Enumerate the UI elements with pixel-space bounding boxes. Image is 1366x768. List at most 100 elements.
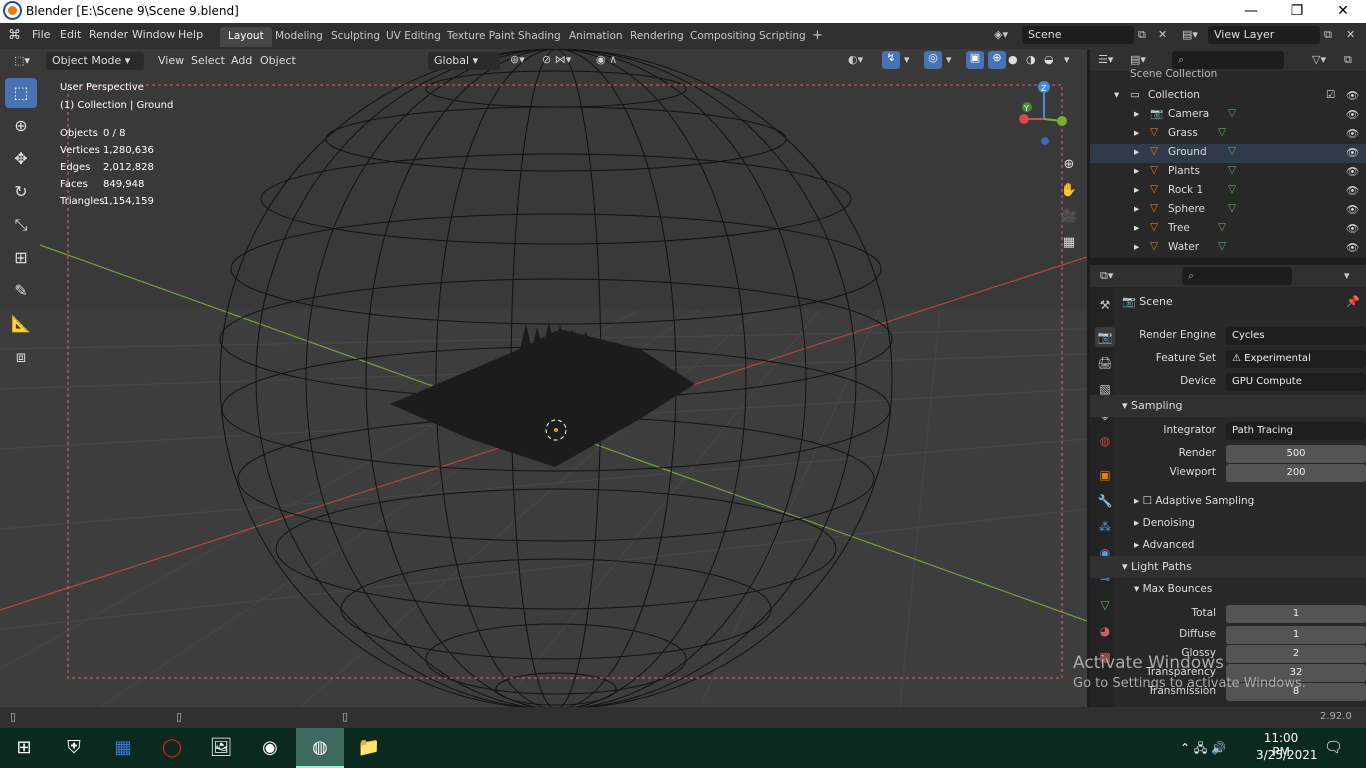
- mesh-data-icon[interactable]: ▽: [1228, 145, 1236, 157]
- mesh-data-icon[interactable]: ▽: [1218, 126, 1226, 138]
- new-scene-icon[interactable]: ⧉: [1138, 28, 1146, 42]
- tab-shading[interactable]: Shading: [510, 27, 569, 47]
- sampling-panel-header[interactable]: ▾ Sampling: [1090, 395, 1366, 417]
- eye-icon[interactable]: 👁: [1346, 241, 1359, 254]
- bounce-value-field[interactable]: 1: [1226, 626, 1366, 644]
- scene-collection-row[interactable]: Scene Collection: [1090, 68, 1366, 87]
- xray-toggle-icon[interactable]: ▣: [966, 51, 984, 69]
- pan-hand-icon[interactable]: ✋: [1060, 178, 1078, 204]
- outliner-item[interactable]: ▸ ▽ Water ▽ 👁: [1090, 239, 1366, 258]
- scale-tool-icon[interactable]: ⤡: [5, 210, 37, 240]
- tab-modeling[interactable]: Modeling: [267, 27, 331, 47]
- calculator-icon[interactable]: ▦: [99, 728, 147, 768]
- annotate-tool-icon[interactable]: ✎: [5, 276, 37, 306]
- eye-icon[interactable]: 👁: [1346, 184, 1359, 197]
- bounce-value-field[interactable]: 1: [1226, 605, 1366, 623]
- security-shield-icon[interactable]: ⛨: [50, 728, 98, 768]
- wireframe-shading-icon[interactable]: ⊕: [988, 51, 1006, 69]
- editor-type-icon[interactable]: ⬚▾: [8, 52, 36, 70]
- bounce-value-field[interactable]: 2: [1226, 645, 1366, 663]
- new-collection-icon[interactable]: ⧉: [1344, 53, 1352, 67]
- expand-arrow-icon[interactable]: ▸: [1134, 108, 1139, 120]
- outliner-item[interactable]: ▸ ▽ Sphere ▽ 👁: [1090, 201, 1366, 220]
- outliner-item[interactable]: ▸ 📷 Camera ▽ 👁: [1090, 106, 1366, 125]
- shading-dropdown-icon[interactable]: ▾: [1064, 53, 1070, 66]
- expand-arrow-icon[interactable]: ▸: [1134, 203, 1139, 215]
- denoising-subpanel[interactable]: ▸ Denoising: [1090, 513, 1366, 533]
- menu-window[interactable]: Window: [132, 28, 175, 41]
- new-view-layer-icon[interactable]: ⧉: [1324, 28, 1332, 42]
- tab-animation[interactable]: Animation: [561, 27, 631, 47]
- outliner-item[interactable]: ▸ ▽ Grass ▽ 👁: [1090, 125, 1366, 144]
- render-engine-dropdown[interactable]: Cycles: [1226, 327, 1366, 345]
- menu-file[interactable]: File: [32, 28, 50, 41]
- clock-date[interactable]: 3/25/2021: [1256, 748, 1318, 762]
- outliner-search-input[interactable]: ⌕: [1172, 51, 1284, 69]
- outliner-item[interactable]: ▸ ▽ Rock 1 ▽ 👁: [1090, 182, 1366, 201]
- solid-shading-icon[interactable]: ●: [1008, 53, 1018, 66]
- zoom-icon[interactable]: ⊕: [1060, 152, 1078, 178]
- overlay-toggle-icon[interactable]: ◎: [924, 51, 942, 69]
- expand-arrow-icon[interactable]: ▸: [1134, 184, 1139, 196]
- mesh-data-icon[interactable]: ▽: [1228, 183, 1236, 195]
- expand-arrow-icon[interactable]: ▸: [1134, 127, 1139, 139]
- transform-orientation-dropdown[interactable]: Global ▾: [428, 52, 500, 70]
- material-shading-icon[interactable]: ◑: [1026, 53, 1036, 66]
- delete-view-layer-icon[interactable]: ✕: [1346, 28, 1355, 41]
- close-button[interactable]: ✕: [1320, 0, 1366, 23]
- view-layer-icon[interactable]: ▤▾: [1182, 28, 1198, 41]
- integrator-dropdown[interactable]: Path Tracing: [1226, 422, 1366, 440]
- expand-arrow-icon[interactable]: ▸: [1134, 241, 1139, 253]
- outliner-item[interactable]: ▸ ▽ Ground ▽ 👁: [1090, 144, 1366, 163]
- tool-tab-icon[interactable]: ⚒: [1095, 295, 1115, 315]
- outliner-item[interactable]: ▸ ▽ Tree ▽ 👁: [1090, 220, 1366, 239]
- menu-help[interactable]: Help: [178, 28, 203, 41]
- menu-render[interactable]: Render: [89, 28, 128, 41]
- eye-icon[interactable]: 👁: [1346, 127, 1359, 140]
- properties-editor-icon[interactable]: ⧉▾: [1100, 269, 1113, 283]
- scene-field[interactable]: Scene: [1022, 26, 1134, 44]
- mesh-data-icon[interactable]: ▽: [1228, 202, 1236, 214]
- light-paths-panel-header[interactable]: ▾ Light Paths: [1090, 556, 1366, 578]
- overlay-dropdown-icon[interactable]: ▾: [946, 53, 952, 66]
- eye-icon[interactable]: 👁: [1346, 203, 1359, 216]
- gizmo-toggle-icon[interactable]: ↯: [882, 51, 900, 69]
- scene-selector-icon[interactable]: ◈▾: [994, 28, 1008, 41]
- adaptive-sampling-subpanel[interactable]: ▸ ☐ Adaptive Sampling: [1090, 491, 1366, 511]
- snap-icon[interactable]: ⊘ ⋈▾: [542, 53, 571, 66]
- eye-icon[interactable]: 👁: [1346, 108, 1359, 121]
- checkbox-icon[interactable]: ☑: [1326, 89, 1335, 101]
- ortho-toggle-icon[interactable]: ▦: [1060, 230, 1078, 256]
- mode-dropdown[interactable]: Object Mode ▾: [46, 52, 144, 70]
- transform-tool-icon[interactable]: ⊞: [5, 243, 37, 273]
- tab-layout[interactable]: Layout: [220, 27, 272, 47]
- expand-arrow-icon[interactable]: ▸: [1134, 146, 1139, 158]
- options-dropdown-icon[interactable]: ▾: [1344, 269, 1350, 282]
- proportional-edit-icon[interactable]: ◉ ∧: [596, 53, 617, 66]
- eye-icon[interactable]: 👁: [1346, 89, 1359, 102]
- blender-taskbar-icon[interactable]: ◍: [296, 728, 344, 768]
- minimize-button[interactable]: —: [1228, 0, 1274, 23]
- mesh-data-icon[interactable]: ▽: [1228, 164, 1236, 176]
- start-windows-icon[interactable]: ⊞: [0, 728, 48, 768]
- camera-view-icon[interactable]: 🎥: [1060, 204, 1078, 230]
- mesh-data-icon[interactable]: ▽: [1228, 107, 1236, 119]
- properties-search-input[interactable]: ⌕: [1182, 267, 1292, 285]
- menu-edit[interactable]: Edit: [60, 28, 81, 41]
- mesh-data-icon[interactable]: ▽: [1218, 240, 1226, 252]
- max-bounces-subpanel[interactable]: ▾ Max Bounces: [1090, 579, 1366, 599]
- pin-icon[interactable]: 📌: [1346, 295, 1360, 308]
- feature-set-dropdown[interactable]: ⚠ Experimental: [1226, 350, 1366, 368]
- add-workspace-button[interactable]: +: [806, 27, 829, 47]
- gizmo-dropdown-icon[interactable]: ▾: [904, 53, 910, 66]
- add-cube-tool-icon[interactable]: ⧈: [5, 342, 37, 372]
- measure-tool-icon[interactable]: 📐: [5, 309, 37, 339]
- expand-arrow-icon[interactable]: ▸: [1134, 222, 1139, 234]
- outliner-item[interactable]: ▸ ▽ Plants ▽ 👁: [1090, 163, 1366, 182]
- maximize-button[interactable]: ❐: [1274, 0, 1320, 23]
- mesh-data-icon[interactable]: ▽: [1218, 221, 1226, 233]
- file-explorer-icon[interactable]: 📁: [345, 728, 393, 768]
- rendered-shading-icon[interactable]: ◒: [1044, 53, 1054, 66]
- expand-arrow-icon[interactable]: ▸: [1134, 165, 1139, 177]
- render-samples-field[interactable]: 500: [1226, 445, 1366, 463]
